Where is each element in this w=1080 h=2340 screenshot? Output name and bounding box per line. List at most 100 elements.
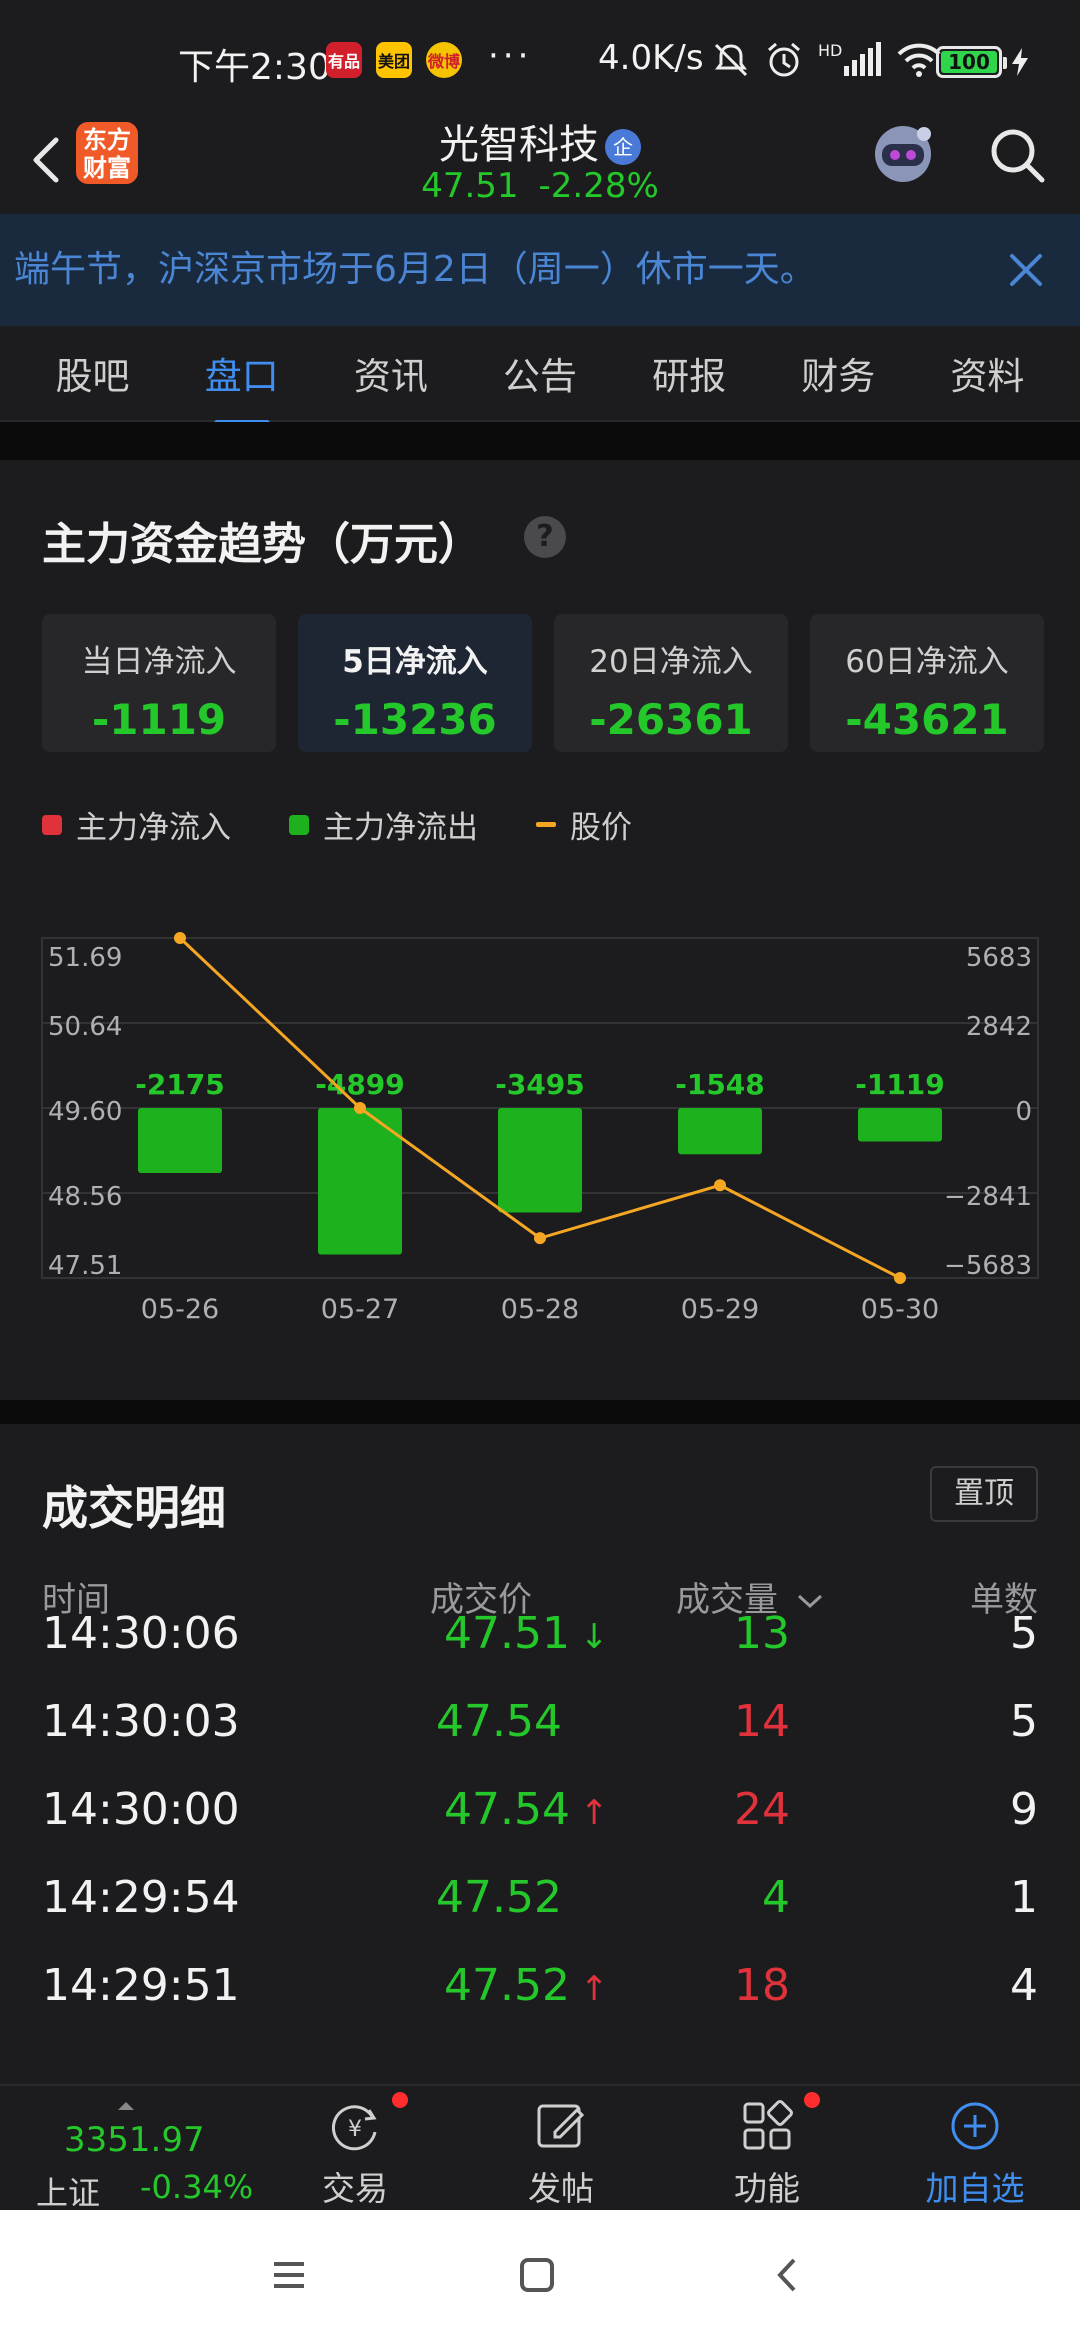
trade-time: 14:30:06 [42,1608,240,1659]
nav-post[interactable]: 发帖 [486,2086,636,2212]
flow-label: 当日净流入 [81,644,237,680]
menu-icon[interactable] [264,2250,314,2300]
tab-research[interactable]: 研报 [632,346,746,400]
home-icon[interactable] [512,2250,562,2300]
trade-price: 47.52 [436,1872,562,1923]
nav-label: 交易 [322,2169,388,2208]
trade-volume: 13 [734,1608,790,1659]
x-tick-label: 05-26 [141,1294,219,1325]
robot-assistant-icon[interactable] [866,118,940,192]
flow-value: -43621 [845,695,1009,744]
capital-flow-title: 主力资金趋势（万元） [42,519,482,570]
post-icon [537,2104,585,2148]
stock-price: 47.51 [421,166,519,206]
outflow-bar [858,1108,942,1142]
trade-price: 47.54 ↑ [444,1784,609,1835]
bar-value-label: -3495 [495,1068,585,1101]
nav-label: 发帖 [528,2169,594,2208]
legend-label: 股价 [570,810,632,846]
stock-tabs: 股吧 盘口 资讯 公告 研报 财务 资料 [0,326,1080,422]
nav-label: 功能 [734,2169,800,2208]
legend-inflow: 主力净流入 [42,802,231,847]
bottom-nav: 3351.97 上证 -0.34% ¥ 交易 发帖 功能 加自选 [0,2084,1080,2212]
trade-row: 14:30:03 47.54 14 5 [0,1696,1080,1784]
capital-flow-chart: 51.69 50.64 49.60 48.56 47.51 5683 2842 0 −2841 −… [41,932,1039,1325]
outflow-bar [498,1108,582,1213]
hd-label: HD [818,40,843,60]
meituan-app-icon: 美团 [376,42,412,78]
status-bar: 下午2:30 有品 美团 微博 ··· 4.0K/s HD 100 [0,0,1080,110]
index-value: 3351.97 [64,2120,205,2160]
arrow-up-icon: ↑ [579,1969,609,2009]
bar-value-label: -1119 [855,1068,945,1101]
right-tick-label: 0 [1015,1097,1032,1127]
tab-guba[interactable]: 股吧 [36,346,150,400]
tab-profile[interactable]: 资料 [930,346,1044,400]
nav-functions[interactable]: 功能 [692,2086,842,2212]
youpin-app-icon: 有品 [326,42,362,78]
notification-dot [392,2092,408,2108]
tab-finance[interactable]: 财务 [781,346,895,400]
trade-count: 1 [1010,1872,1038,1923]
trade-time: 14:29:51 [42,1960,240,2011]
tab-announcements[interactable]: 公告 [483,346,597,400]
bar-value-label: -2175 [135,1068,225,1101]
legend-outflow: 主力净流出 [289,802,478,847]
expand-caret-icon [118,2102,134,2110]
flow-box-20d[interactable]: 20日净流入 -26361 [554,614,788,752]
battery-icon: 100 [936,46,1007,78]
price-point [354,1102,366,1114]
trade-count: 5 [1010,1608,1038,1659]
trade-price: 47.52 ↑ [444,1960,609,2011]
status-icons: HD [712,40,942,80]
flow-label: 20日净流入 [589,644,753,680]
legend-swatch-inflow [42,814,62,835]
trade-volume: 24 [734,1784,790,1835]
trade-time: 14:29:54 [42,1872,240,1923]
nav-trade[interactable]: ¥ 交易 [280,2086,430,2212]
index-change: -0.34% [140,2168,254,2206]
close-icon[interactable] [1006,250,1046,290]
index-name: 上证 [36,2174,101,2212]
trade-details-title: 成交明细 [42,1481,226,1535]
outflow-bar [138,1108,222,1174]
right-tick-label: 2842 [966,1012,1032,1042]
nav-add-watchlist[interactable]: 加自选 [900,2086,1050,2212]
stock-change: -2.28% [538,166,659,206]
flow-box-5d[interactable]: 5日净流入 -13236 [298,614,532,752]
functions-icon [743,2100,793,2150]
left-tick-label: 47.51 [48,1251,122,1281]
bar-value-label: -4899 [315,1068,405,1101]
status-time: 下午2:30 [178,47,331,88]
trade-row: 14:30:00 47.54 ↑ 24 9 [0,1784,1080,1872]
back-nav-icon[interactable] [764,2250,814,2300]
help-icon[interactable]: ? [524,516,566,558]
trade-time: 14:30:00 [42,1784,240,1835]
signal-icon [844,42,882,76]
charging-icon [1012,48,1028,76]
legend-label: 主力净流入 [76,810,231,846]
legend-swatch-price [536,822,556,827]
tab-pankou[interactable]: 盘口 [185,346,299,400]
tab-news[interactable]: 资讯 [334,346,448,400]
legend-price: 股价 [536,802,632,847]
capital-flow-card: 主力资金趋势（万元） ? 当日净流入 -1119 5日净流入 -13236 20… [0,460,1080,1400]
search-icon[interactable] [986,124,1048,186]
x-tick-label: 05-29 [681,1294,759,1325]
outflow-bar [678,1108,762,1155]
right-tick-label: 5683 [966,943,1032,973]
price-point [534,1232,546,1245]
trade-count: 9 [1010,1784,1038,1835]
trade-volume: 4 [762,1872,790,1923]
nav-label: 加自选 [925,2169,1025,2208]
flow-box-60d[interactable]: 60日净流入 -43621 [810,614,1044,752]
notification-dot [804,2092,820,2108]
holiday-notice-banner[interactable]: 端午节，沪深京市场于6月2日（周一）休市一天。 [0,214,1080,326]
svg-text:¥: ¥ [348,2117,362,2142]
flow-value: -1119 [91,695,227,744]
pin-to-top-button[interactable]: 置顶 [930,1466,1038,1522]
trade-details-card: 成交明细 置顶 时间 成交价 成交量 单数 14:30:06 47.51 ↓ 13 5 1… [0,1424,1080,2084]
flow-label: 60日净流入 [845,644,1009,680]
legend-swatch-outflow [289,814,309,835]
flow-box-1d[interactable]: 当日净流入 -1119 [42,614,276,752]
